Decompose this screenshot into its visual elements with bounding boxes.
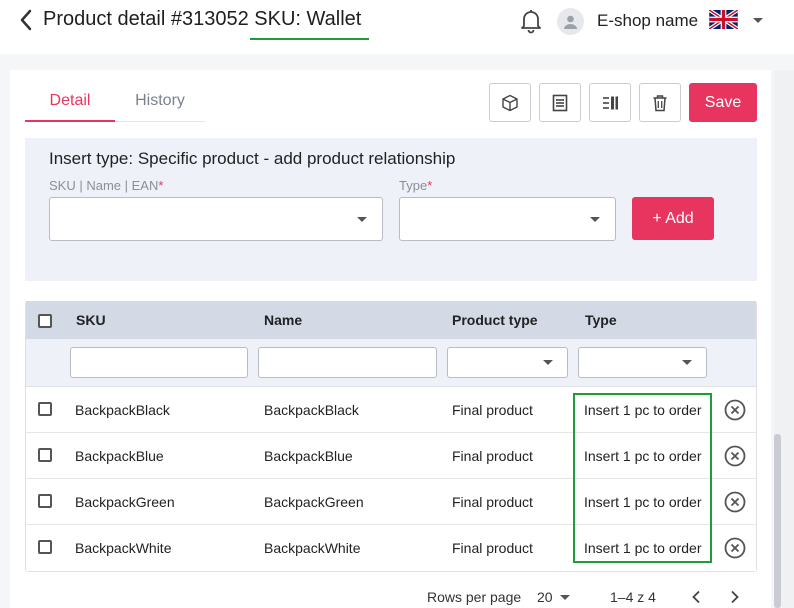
cell-product-type: Final product [452, 494, 533, 510]
required-mark: * [427, 178, 433, 193]
chevron-down-icon [357, 217, 367, 222]
rows-per-page-label: Rows per page [427, 589, 522, 605]
cell-product-type: Final product [452, 402, 533, 418]
cell-name: BackpackGreen [264, 494, 364, 510]
trash-icon [653, 94, 667, 111]
shop-name[interactable]: E-shop name [597, 11, 698, 31]
cell-product-type: Final product [452, 448, 533, 464]
remove-row-button[interactable] [724, 445, 746, 467]
row-checkbox[interactable] [38, 494, 52, 508]
type-filter-select[interactable] [578, 347, 707, 378]
row-checkbox[interactable] [38, 448, 52, 462]
cell-name: BackpackBlack [264, 402, 359, 418]
column-header-name[interactable]: Name [264, 312, 302, 328]
cell-type: Insert 1 pc to order [584, 494, 702, 510]
previous-page-button[interactable] [686, 587, 706, 607]
bell-icon [521, 10, 541, 34]
save-button[interactable]: Save [689, 83, 757, 122]
close-circle-icon [724, 537, 746, 559]
chevron-right-icon [731, 590, 739, 604]
next-page-button[interactable] [725, 587, 745, 607]
sku-filter-input[interactable] [70, 347, 248, 378]
table-header-row [26, 301, 756, 339]
remove-row-button[interactable] [724, 491, 746, 513]
tab-history[interactable]: History [115, 81, 205, 122]
chevron-down-icon [590, 217, 600, 222]
language-selector[interactable] [708, 8, 739, 31]
box-icon [502, 94, 518, 111]
chevron-down-icon [543, 360, 553, 365]
name-filter-input[interactable] [258, 347, 437, 378]
column-header-sku[interactable]: SKU [76, 312, 106, 328]
box-button[interactable] [489, 83, 531, 122]
type-field-label: Type* [399, 178, 433, 193]
cell-sku: BackpackWhite [75, 540, 172, 556]
chevron-down-icon [682, 360, 692, 365]
chevron-left-icon [692, 590, 700, 604]
insert-panel-title: Insert type: Specific product - add prod… [49, 149, 456, 168]
list-button[interactable] [539, 83, 581, 122]
close-circle-icon [724, 491, 746, 513]
cell-sku: BackpackGreen [75, 494, 175, 510]
chevron-down-icon[interactable] [753, 18, 763, 23]
cell-type: Insert 1 pc to order [584, 448, 702, 464]
cell-type: Insert 1 pc to order [584, 540, 702, 556]
remove-row-button[interactable] [724, 537, 746, 559]
required-mark: * [158, 178, 164, 193]
columns-icon [603, 96, 618, 109]
close-circle-icon [724, 399, 746, 421]
user-avatar[interactable] [557, 8, 584, 35]
notifications-button[interactable] [519, 8, 543, 34]
delete-button[interactable] [639, 83, 681, 122]
rows-per-page-select[interactable]: 20 [537, 589, 553, 605]
tab-detail[interactable]: Detail [25, 81, 115, 122]
list-icon [552, 94, 568, 111]
page-title-prefix: Product detail #313052 [43, 8, 249, 30]
page-title: Product detail #313052 SKU: Wallet [43, 7, 370, 40]
page-title-sku: SKU: Wallet [250, 8, 370, 40]
remove-row-button[interactable] [724, 399, 746, 421]
type-select[interactable] [399, 197, 616, 241]
pagination-range: 1–4 z 4 [610, 589, 656, 605]
cell-name: BackpackBlue [264, 448, 353, 464]
select-all-checkbox[interactable] [38, 314, 52, 328]
sku-select[interactable] [49, 197, 383, 241]
product-type-filter-select[interactable] [447, 347, 568, 378]
scrollbar-thumb[interactable] [774, 434, 781, 608]
user-icon [564, 15, 577, 29]
uk-flag-icon [708, 8, 739, 31]
back-button[interactable] [14, 7, 38, 33]
cell-product-type: Final product [452, 540, 533, 556]
row-checkbox[interactable] [38, 540, 52, 554]
column-header-product-type[interactable]: Product type [452, 312, 538, 328]
chevron-down-icon[interactable] [560, 595, 570, 600]
add-button[interactable]: + Add [632, 197, 714, 240]
sku-field-label: SKU | Name | EAN* [49, 178, 164, 193]
close-circle-icon [724, 445, 746, 467]
row-checkbox[interactable] [38, 402, 52, 416]
cell-name: BackpackWhite [264, 540, 361, 556]
columns-button[interactable] [589, 83, 631, 122]
column-header-type[interactable]: Type [585, 312, 617, 328]
cell-sku: BackpackBlack [75, 402, 170, 418]
chevron-left-icon [20, 9, 32, 31]
cell-sku: BackpackBlue [75, 448, 164, 464]
cell-type: Insert 1 pc to order [584, 402, 702, 418]
